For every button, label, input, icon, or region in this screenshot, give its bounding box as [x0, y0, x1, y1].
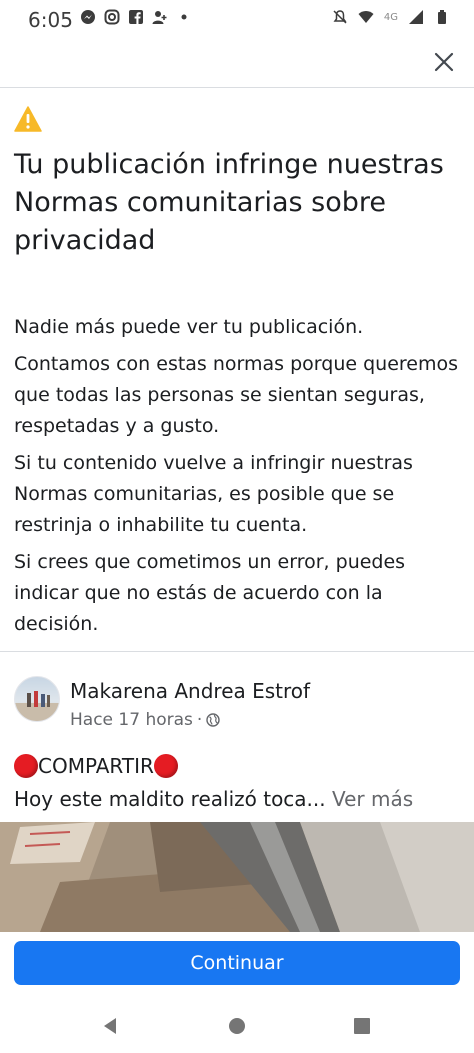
- post-image-content: [0, 822, 474, 932]
- wifi-icon: [358, 11, 374, 23]
- paragraph-visibility: Nadie más puede ver tu publicación.: [14, 316, 364, 338]
- post-text-snippet: Hoy este maldito realizó toca...: [14, 787, 326, 811]
- close-icon[interactable]: [428, 46, 460, 78]
- dot-icon: [181, 14, 187, 20]
- see-more-link[interactable]: Ver más: [332, 787, 413, 811]
- continue-button[interactable]: Continuar: [14, 941, 460, 985]
- post-text-line1: COMPARTIR: [14, 752, 178, 780]
- post-image[interactable]: [0, 822, 474, 932]
- post-header: Makarena Andrea Estrof Hace 17 horas ·: [14, 672, 464, 732]
- paragraph-consequence: Si tu contenido vuelve a infringir nuest…: [14, 452, 413, 536]
- post-meta: Hace 17 horas ·: [70, 710, 220, 730]
- post-author[interactable]: Makarena Andrea Estrof: [70, 677, 310, 705]
- system-icons: 4G: [332, 9, 450, 25]
- post-time[interactable]: Hace 17 horas: [70, 710, 193, 730]
- meta-separator: ·: [196, 710, 203, 730]
- red-circle-emoji-icon: [14, 754, 38, 778]
- messenger-icon: [81, 10, 95, 24]
- violation-title: Tu publicación infringe nuestras Normas …: [14, 149, 444, 256]
- back-icon[interactable]: [100, 1016, 120, 1036]
- recents-icon[interactable]: [352, 1016, 372, 1036]
- red-circle-emoji-icon: [153, 754, 178, 778]
- people-icon: [152, 11, 167, 24]
- violation-explanation: Nadie más puede ver tu publicación. Cont…: [14, 312, 464, 646]
- network-type: 4G: [383, 11, 398, 23]
- post-share-text: COMPARTIR: [38, 754, 154, 778]
- signal-icon: [409, 10, 423, 24]
- post-text-line2: Hoy este maldito realizó toca... Ver más: [14, 785, 464, 813]
- avatar[interactable]: [14, 676, 60, 722]
- content-divider: [0, 651, 474, 652]
- status-time: 6:05: [28, 8, 73, 32]
- status-bar: 6:05 4G: [0, 0, 474, 40]
- facebook-icon: [129, 10, 143, 24]
- instagram-icon: [104, 9, 120, 25]
- paragraph-appeal: Si crees que cometimos un error, puedes …: [14, 551, 406, 635]
- mute-icon: [333, 10, 347, 24]
- battery-icon: [438, 10, 446, 24]
- paragraph-reason: Contamos con estas normas porque queremo…: [14, 353, 459, 437]
- warning-icon: [14, 106, 42, 132]
- notification-icons: [80, 9, 192, 25]
- globe-icon: [206, 713, 220, 727]
- home-icon[interactable]: [227, 1016, 247, 1036]
- navigation-bar: [0, 1000, 474, 1053]
- avatar-image: [15, 691, 59, 721]
- header-divider: [0, 87, 474, 88]
